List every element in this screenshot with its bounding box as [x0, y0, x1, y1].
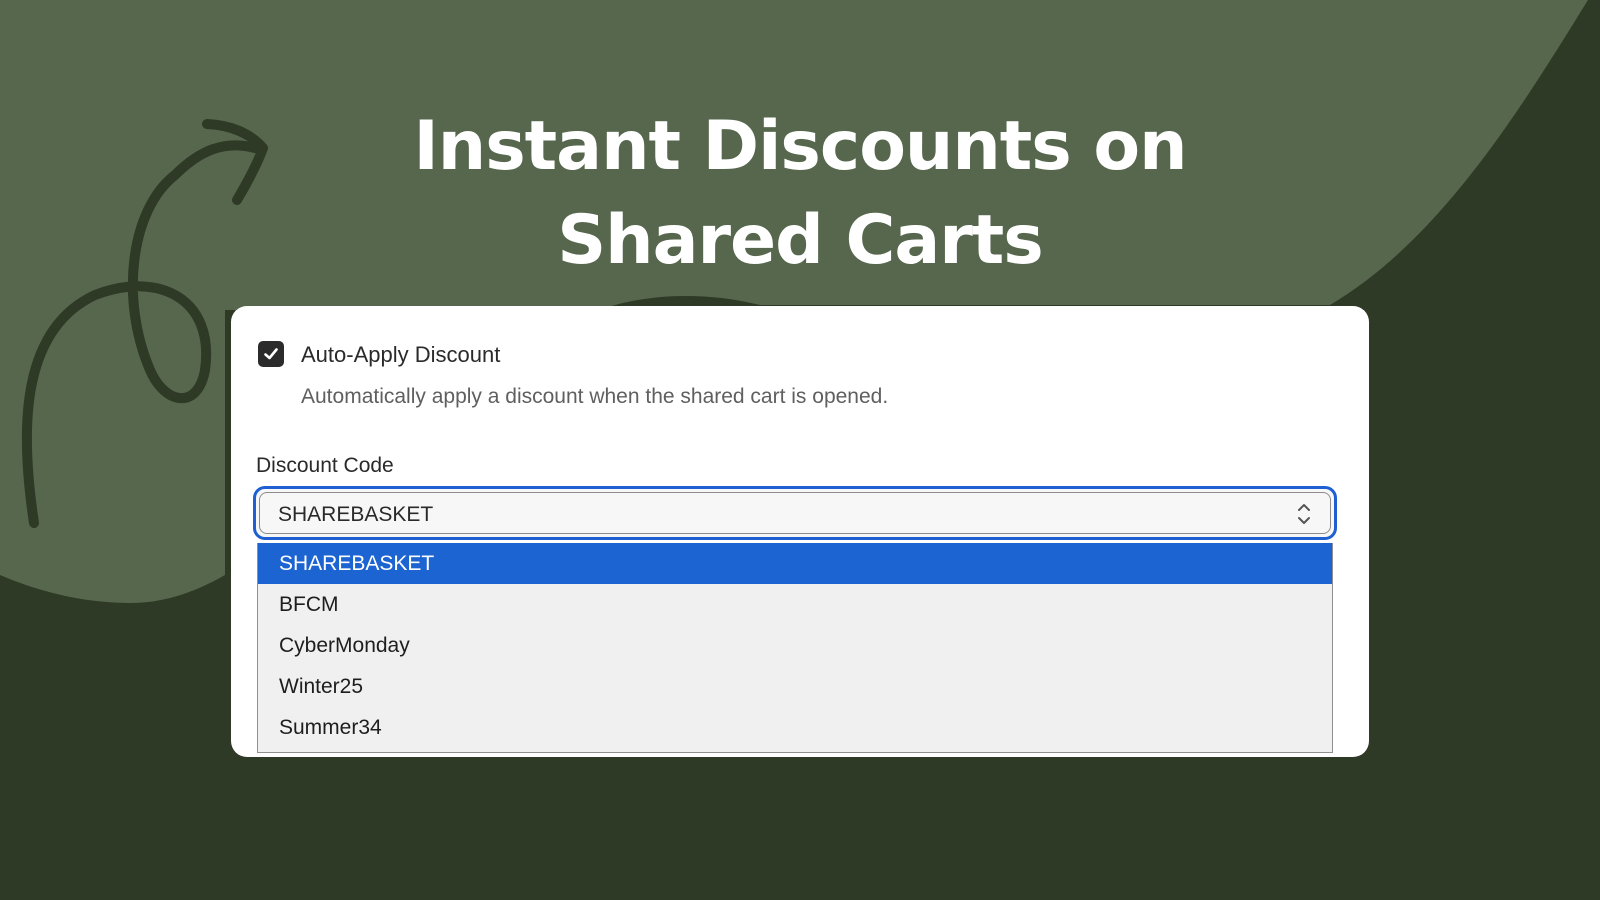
- checkmark-icon: [264, 348, 278, 360]
- chevron-up-down-icon: [1298, 504, 1310, 524]
- discount-code-dropdown: SHAREBASKET BFCM CyberMonday Winter25 Su…: [257, 543, 1333, 753]
- dropdown-option-cybermonday[interactable]: CyberMonday: [258, 625, 1332, 666]
- auto-apply-checkbox[interactable]: [258, 341, 284, 367]
- discount-code-select[interactable]: SHAREBASKET: [253, 486, 1337, 540]
- auto-apply-label[interactable]: Auto-Apply Discount: [301, 342, 500, 368]
- dropdown-option-winter25[interactable]: Winter25: [258, 666, 1332, 707]
- dropdown-option-sharebasket[interactable]: SHAREBASKET: [258, 543, 1332, 584]
- headline-line-2: Shared Carts: [557, 201, 1044, 280]
- select-current-value: SHAREBASKET: [278, 503, 434, 526]
- auto-apply-help-text: Automatically apply a discount when the …: [301, 385, 889, 408]
- headline: Instant Discounts on Shared Carts: [0, 100, 1600, 288]
- discount-code-label: Discount Code: [256, 454, 394, 477]
- headline-line-1: Instant Discounts on: [413, 107, 1187, 186]
- dropdown-option-bfcm[interactable]: BFCM: [258, 584, 1332, 625]
- settings-card: Auto-Apply Discount Automatically apply …: [231, 306, 1369, 757]
- dropdown-option-summer34[interactable]: Summer34: [258, 707, 1332, 748]
